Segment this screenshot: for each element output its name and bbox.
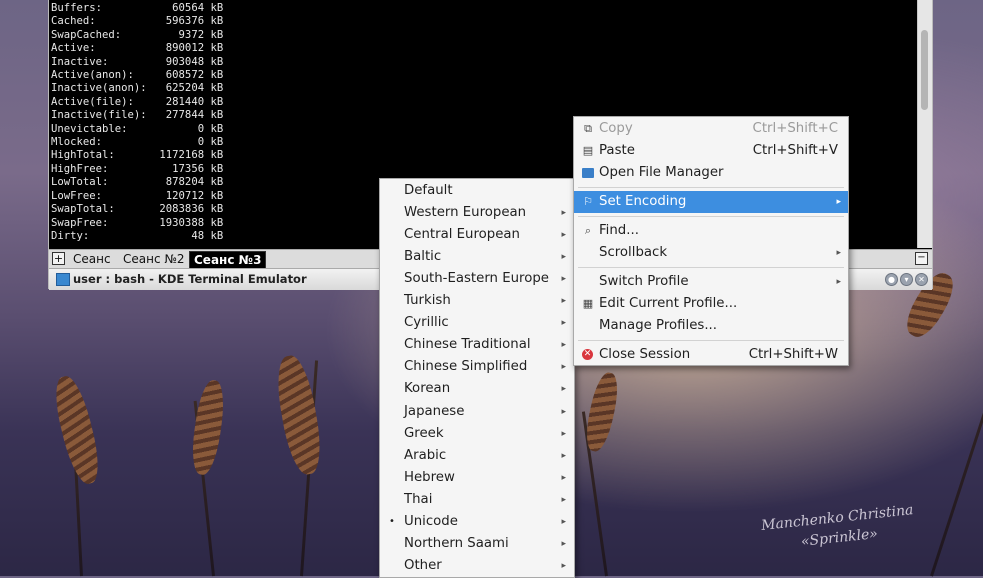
submenu-arrow-icon: ▸ xyxy=(561,516,566,527)
encoding-item[interactable]: Western European ▸ xyxy=(380,202,574,224)
menu-item-set-encoding[interactable]: ⚐ Set Encoding ▸ xyxy=(574,191,848,213)
submenu-arrow-icon: ▸ xyxy=(561,318,566,329)
submenu-arrow-icon: ▸ xyxy=(561,208,566,219)
terminal-app-icon xyxy=(56,273,70,286)
menu-item-copy[interactable]: ⧉ Copy Ctrl+Shift+C xyxy=(574,118,848,140)
encoding-item-label: Turkish xyxy=(404,293,451,309)
menu-item-close-session[interactable]: ✕ Close Session Ctrl+Shift+W xyxy=(574,344,848,366)
encoding-item[interactable]: Japanese ▸ xyxy=(380,401,574,423)
window-menu-icon[interactable]: ● xyxy=(885,273,898,286)
encoding-item-label: Western European xyxy=(404,205,527,221)
encoding-item-label: Cyrillic xyxy=(404,315,449,331)
submenu-arrow-icon: ▸ xyxy=(836,248,841,258)
encoding-item[interactable]: Default xyxy=(380,180,574,202)
folder-icon xyxy=(582,168,594,178)
terminal-scrollbar[interactable] xyxy=(917,0,932,248)
encoding-item[interactable]: South-Eastern Europe ▸ xyxy=(380,268,574,290)
submenu-arrow-icon: ▸ xyxy=(561,538,566,549)
submenu-arrow-icon: ▸ xyxy=(561,560,566,571)
menu-item-find[interactable]: ⌕ Find... xyxy=(574,220,848,242)
encoding-item[interactable]: Central European ▸ xyxy=(380,224,574,246)
menu-separator xyxy=(578,340,844,341)
submenu-arrow-icon: ▸ xyxy=(561,428,566,439)
encoding-item-label: Central European xyxy=(404,227,520,243)
submenu-arrow-icon: ▸ xyxy=(561,340,566,351)
encoding-item-label: Japanese xyxy=(404,403,465,419)
window-title: user : bash - KDE Terminal Emulator xyxy=(73,272,307,286)
encoding-item[interactable]: Turkish ▸ xyxy=(380,290,574,312)
encoding-item[interactable]: Korean ▸ xyxy=(380,378,574,400)
wallpaper-signature: Manchenko Christina «Sprinkle» xyxy=(760,502,915,550)
encoding-item[interactable]: Arabic ▸ xyxy=(380,445,574,467)
encoding-item[interactable]: Chinese Simplified ▸ xyxy=(380,356,574,378)
scrollbar-thumb[interactable] xyxy=(921,30,928,110)
encoding-item-label: Chinese Simplified xyxy=(404,359,528,375)
menu-separator xyxy=(578,267,844,268)
menu-item-paste[interactable]: ▤ Paste Ctrl+Shift+V xyxy=(574,140,848,162)
encoding-item[interactable]: Northern Saami ▸ xyxy=(380,533,574,555)
new-tab-button[interactable]: + xyxy=(52,252,65,265)
tab-session-2[interactable]: Сеанс №2 xyxy=(119,251,189,267)
tab-session-3[interactable]: Сеанс №3 xyxy=(189,251,267,269)
terminal-output[interactable]: Buffers: 60564 kB Cached: 596376 kB Swap… xyxy=(51,2,223,243)
submenu-arrow-icon: ▸ xyxy=(561,362,566,373)
encoding-item-label: Korean xyxy=(404,381,451,397)
encoding-item[interactable]: Cyrillic ▸ xyxy=(380,312,574,334)
close-session-icon: ✕ xyxy=(582,349,593,360)
encoding-item[interactable]: • Unicode ▸ xyxy=(380,511,574,533)
encoding-submenu: Default Western European ▸ Central European… xyxy=(379,178,575,578)
encoding-item-label: Northern Saami xyxy=(404,535,509,551)
selected-bullet-icon: • xyxy=(389,515,395,527)
submenu-arrow-icon: ▸ xyxy=(561,450,566,461)
close-icon[interactable]: ✕ xyxy=(915,273,928,286)
submenu-arrow-icon: ▸ xyxy=(836,277,841,287)
submenu-arrow-icon: ▸ xyxy=(561,472,566,483)
encoding-item-label: Greek xyxy=(404,425,444,441)
submenu-arrow-icon: ▸ xyxy=(561,230,566,241)
edit-profile-icon: ▦ xyxy=(582,297,594,310)
encoding-item[interactable]: Hebrew ▸ xyxy=(380,467,574,489)
encoding-item-label: Thai xyxy=(404,491,433,507)
encoding-item-label: Other xyxy=(404,557,442,573)
menu-item-scrollback[interactable]: Scrollback ▸ xyxy=(574,242,848,264)
encoding-item-label: Hebrew xyxy=(404,469,455,485)
encoding-item-label: Arabic xyxy=(404,447,447,463)
submenu-arrow-icon: ▸ xyxy=(561,384,566,395)
flag-icon: ⚐ xyxy=(583,195,593,208)
tab-session-1[interactable]: Сеанс xyxy=(69,251,115,267)
submenu-arrow-icon: ▸ xyxy=(561,252,566,263)
terminal-context-menu: ⧉ Copy Ctrl+Shift+C ▤ Paste Ctrl+Shift+V… xyxy=(573,116,849,366)
menu-item-open-file-manager[interactable]: Open File Manager xyxy=(574,162,848,184)
search-icon: ⌕ xyxy=(584,224,592,237)
close-tab-button[interactable]: − xyxy=(915,252,928,265)
submenu-arrow-icon: ▸ xyxy=(561,296,566,307)
menu-separator xyxy=(578,187,844,188)
menu-item-manage-profiles[interactable]: Manage Profiles... xyxy=(574,315,848,337)
minimize-icon[interactable]: ▾ xyxy=(900,273,913,286)
encoding-item-label: Unicode xyxy=(404,513,458,529)
paste-icon: ▤ xyxy=(582,144,594,157)
encoding-item[interactable]: Other ▸ xyxy=(380,555,574,577)
encoding-item[interactable]: Chinese Traditional ▸ xyxy=(380,334,574,356)
menu-item-edit-current-profile[interactable]: ▦ Edit Current Profile... xyxy=(574,293,848,315)
encoding-item-label: Default xyxy=(404,183,453,198)
encoding-item[interactable]: Greek ▸ xyxy=(380,423,574,445)
encoding-item[interactable]: Thai ▸ xyxy=(380,489,574,511)
submenu-arrow-icon: ▸ xyxy=(561,406,566,417)
copy-icon: ⧉ xyxy=(584,122,592,135)
encoding-item-label: South-Eastern Europe xyxy=(404,271,549,287)
menu-separator xyxy=(578,216,844,217)
submenu-arrow-icon: ▸ xyxy=(561,274,566,285)
submenu-arrow-icon: ▸ xyxy=(561,494,566,505)
menu-item-switch-profile[interactable]: Switch Profile ▸ xyxy=(574,271,848,293)
encoding-item-label: Chinese Traditional xyxy=(404,337,531,353)
encoding-item-label: Baltic xyxy=(404,249,442,265)
encoding-item[interactable]: Baltic ▸ xyxy=(380,246,574,268)
submenu-arrow-icon: ▸ xyxy=(836,197,841,207)
